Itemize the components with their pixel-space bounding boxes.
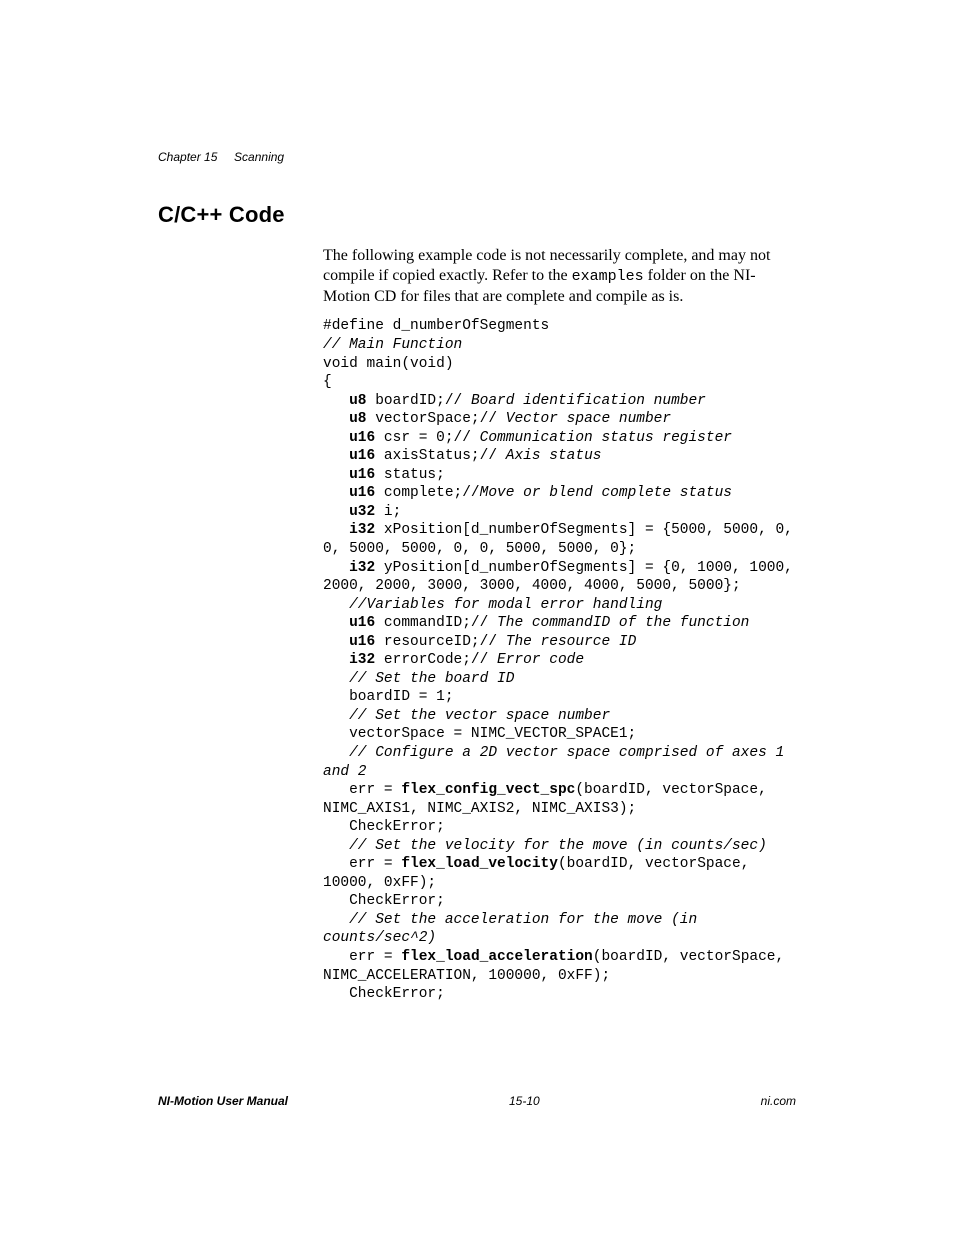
code-line: // Main Function [323, 337, 462, 353]
intro-paragraph: The following example code is not necess… [323, 246, 796, 307]
chapter-title: Scanning [234, 150, 284, 164]
code-line: // Configure a 2D vector space comprised… [323, 745, 793, 780]
code-type: u16 [349, 634, 375, 650]
code-type: u32 [349, 504, 375, 520]
code-line: // Set the velocity for the move (in cou… [349, 838, 767, 854]
chapter-header: Chapter 15 Scanning [158, 150, 796, 164]
code-type: u8 [349, 393, 366, 409]
code-type: u16 [349, 467, 375, 483]
code-type: u16 [349, 448, 375, 464]
code-line: boardID = 1; [349, 689, 453, 705]
code-listing: #define d_numberOfSegments // Main Funct… [323, 317, 796, 1003]
code-type: i32 [349, 522, 375, 538]
chapter-label: Chapter 15 [158, 150, 217, 164]
code-type: i32 [349, 652, 375, 668]
code-line: { [323, 374, 332, 390]
code-line: CheckError; [349, 893, 445, 909]
code-line: CheckError; [349, 819, 445, 835]
code-type: u8 [349, 411, 366, 427]
code-line: CheckError; [349, 986, 445, 1002]
code-line: // Set the acceleration for the move (in… [323, 912, 706, 947]
intro-mono: examples [572, 268, 644, 285]
page-content: Chapter 15 Scanning C/C++ Code The follo… [0, 0, 954, 1094]
code-func: flex_load_velocity [401, 856, 558, 872]
code-func: flex_load_acceleration [401, 949, 592, 965]
code-type: u16 [349, 615, 375, 631]
section-title: C/C++ Code [158, 202, 796, 228]
code-line: #define d_numberOfSegments [323, 318, 549, 334]
code-type: u16 [349, 485, 375, 501]
code-type: i32 [349, 560, 375, 576]
page-footer: NI-Motion User Manual 15-10 ni.com [0, 1094, 954, 1108]
footer-center: 15-10 [509, 1094, 540, 1108]
code-line: vectorSpace = NIMC_VECTOR_SPACE1; [349, 726, 636, 742]
code-line: //Variables for modal error handling [349, 597, 662, 613]
code-line: void main(void) [323, 356, 454, 372]
footer-right: ni.com [761, 1094, 796, 1108]
code-line: // Set the board ID [349, 671, 514, 687]
code-func: flex_config_vect_spc [401, 782, 575, 798]
code-line: // Set the vector space number [349, 708, 610, 724]
code-type: u16 [349, 430, 375, 446]
footer-left: NI-Motion User Manual [158, 1094, 288, 1108]
